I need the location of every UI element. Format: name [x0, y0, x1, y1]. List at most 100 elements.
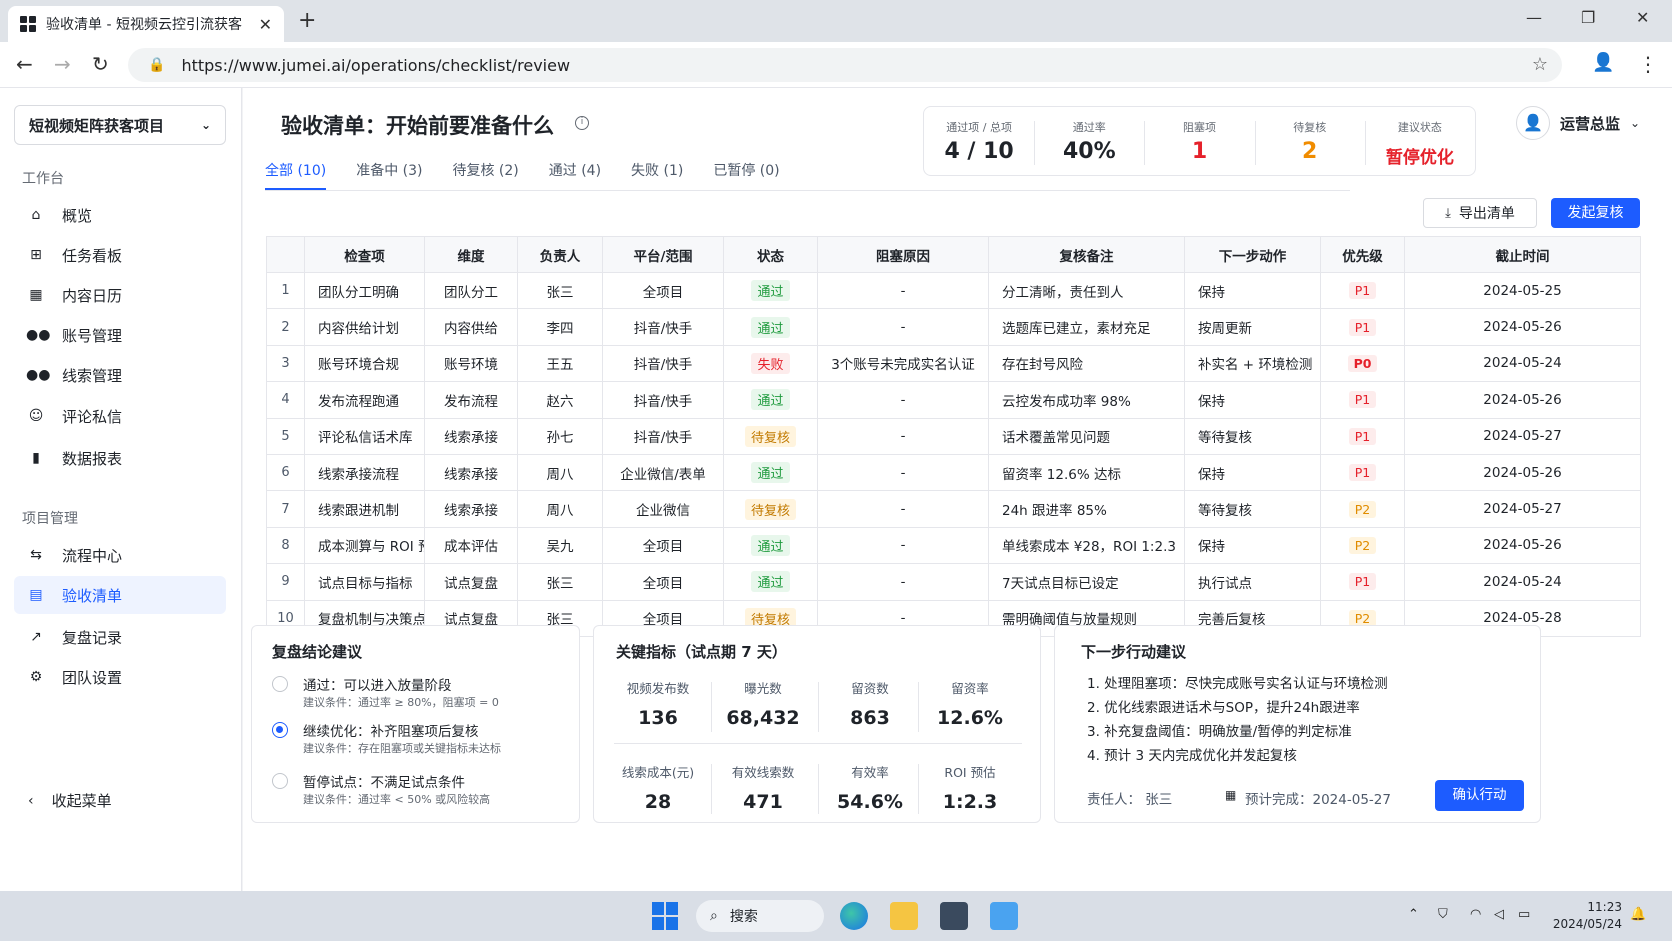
stat-label: 阻塞项: [1183, 121, 1216, 134]
metric-value: 68,432: [726, 707, 800, 729]
table-cell: 2024-05-26: [1404, 308, 1641, 346]
sidebar-item-leads[interactable]: ●● 线索管理: [14, 356, 226, 394]
store-icon[interactable]: [940, 902, 968, 930]
calendar-icon: ▦: [1225, 788, 1237, 802]
table-cell: 2024-05-26: [1404, 381, 1641, 419]
sidebar-item-task-board[interactable]: ⊞ 任务看板: [14, 236, 226, 274]
column-header: 检查项: [304, 236, 425, 273]
metric-lead-rate: 留资率 12.6%: [915, 678, 1025, 729]
stat-value: 暂停优化: [1385, 148, 1454, 168]
metric-label: 有效线索数: [731, 765, 795, 780]
new-tab-icon[interactable]: +: [298, 8, 316, 33]
confirm-action-button[interactable]: 确认行动: [1435, 780, 1524, 811]
forward-icon[interactable]: →: [54, 52, 71, 76]
tab-all[interactable]: 全部 (10): [265, 160, 327, 190]
restore-icon[interactable]: ❐: [1581, 8, 1595, 27]
volume-icon[interactable]: ◁: [1494, 907, 1504, 922]
wifi-icon[interactable]: ◠: [1470, 907, 1481, 922]
battery-icon[interactable]: ▭: [1518, 907, 1530, 922]
collapse-menu-button[interactable]: ‹ 收起菜单: [28, 790, 112, 811]
sidebar-item-accounts[interactable]: ●● 账号管理: [14, 316, 226, 354]
sidebar-item-team-settings[interactable]: ⚙ 团队设置: [14, 658, 226, 696]
menu-dots-icon[interactable]: ⋮: [1638, 52, 1658, 76]
bookmark-star-icon[interactable]: ☆: [1532, 54, 1548, 75]
sidebar-item-review-records[interactable]: ↗ 复盘记录: [14, 618, 226, 656]
close-window-icon[interactable]: ✕: [1636, 8, 1649, 27]
table-row[interactable]: 6 线索承接流程 线索承接 周八 企业微信/表单 通过 - 留资率 12.6% 达标 保持 P1 2…: [266, 453, 1641, 492]
radio-button[interactable]: [272, 773, 288, 789]
table-row[interactable]: 5 评论私信话术库 线索承接 孙七 抖音/快手 待复核 - 话术覆盖常见问题 等待复核 P1 202…: [266, 417, 1641, 455]
radio-button[interactable]: [272, 676, 288, 692]
sidebar-item-label: 任务看板: [62, 246, 123, 265]
table-cell: P1: [1320, 308, 1405, 346]
sidebar-item-comments[interactable]: ☺ 评论私信: [14, 397, 226, 435]
sidebar-item-checklist[interactable]: ▤ 验收清单: [14, 576, 226, 614]
sidebar-item-flow[interactable]: ⇆ 流程中心: [14, 536, 226, 574]
table-cell: 线索承接: [424, 417, 518, 455]
status-badge: 待复核: [744, 425, 796, 447]
info-icon[interactable]: i: [575, 116, 589, 130]
tab-passed[interactable]: 通过 (4): [549, 160, 601, 190]
column-header: 状态: [723, 236, 818, 273]
table-row[interactable]: 9 试点目标与指标 试点复盘 张三 全项目 通过 -7天试点目标已设定 执行试点 P1 2024-…: [266, 563, 1641, 601]
action-link[interactable]: 补实名 + 环境检测: [1184, 344, 1321, 383]
sidebar-item-reports[interactable]: ▮ 数据报表: [14, 439, 226, 477]
tab-preparing[interactable]: 准备中 (3): [356, 160, 422, 190]
metrics-divider: [818, 682, 819, 732]
tab-paused[interactable]: 已暂停 (0): [713, 160, 779, 190]
action-link[interactable]: 等待复核: [1184, 417, 1321, 455]
table-cell: -: [817, 308, 989, 346]
clock[interactable]: 11:23 2024/05/24: [1546, 899, 1622, 933]
chevron-up-icon[interactable]: ⌃: [1408, 907, 1419, 922]
table-row[interactable]: 4 发布流程跑通 发布流程 赵六 抖音/快手 通过 - 云控发布成功率 98% 保持 P1 2024…: [266, 381, 1641, 419]
export-button[interactable]: ⤓ 导出清单: [1423, 198, 1537, 228]
table-row[interactable]: 7 线索跟进机制 线索承接 周八 企业微信 待复核 -24h 跟进率 85% 等待复核 P2 20…: [266, 490, 1641, 528]
edge-browser-icon[interactable]: [840, 902, 868, 930]
section-workbench: 工作台: [22, 171, 64, 187]
project-select[interactable]: 短视频矩阵获客项目 ⌄: [14, 105, 226, 145]
back-icon[interactable]: ←: [16, 52, 33, 76]
taskbar-search[interactable]: ⌕ 搜索: [696, 900, 824, 932]
stat-value: 2: [1302, 139, 1318, 164]
sidebar-item-calendar[interactable]: ▦ 内容日历: [14, 276, 226, 314]
table-row[interactable]: 3 账号环境合规 账号环境 王五 抖音/快手 失败 3个账号未完成实名认证 存在封号风险 补实名…: [266, 344, 1641, 383]
action-link[interactable]: 等待复核: [1184, 490, 1321, 528]
reload-icon[interactable]: ↻: [92, 52, 109, 76]
tab-failed[interactable]: 失败 (1): [631, 160, 683, 190]
priority-badge: P2: [1348, 500, 1377, 518]
table-cell: 企业微信/表单: [602, 453, 724, 492]
table-row[interactable]: 1 团队分工明确 团队分工 张三 全项目 通过 - 分工清晰，责任到人 保持 P1 2024-05-…: [266, 271, 1641, 310]
sidebar-item-label: 评论私信: [62, 407, 123, 426]
address-bar[interactable]: 🔒 https://www.jumei.ai/operations/checkl…: [128, 48, 1562, 82]
stat-pending: 待复核 2: [1254, 107, 1365, 175]
start-review-button[interactable]: 发起复核: [1551, 198, 1640, 228]
option-title: 通过：可以进入放量阶段: [303, 678, 452, 694]
chevron-left-icon: ‹: [28, 792, 34, 809]
table-cell: 抖音/快手: [602, 381, 724, 419]
column-header: [266, 236, 305, 273]
metrics-divider: [711, 682, 712, 732]
file-explorer-icon[interactable]: [890, 902, 918, 930]
table-cell: 线索承接: [424, 490, 518, 528]
shield-icon[interactable]: ⛉: [1438, 907, 1448, 922]
radio-button-selected[interactable]: [272, 722, 288, 738]
chevron-down-icon: ⌄: [1630, 116, 1641, 130]
table-cell: 张三: [517, 271, 603, 310]
sidebar-item-overview[interactable]: ⌂ 概览: [14, 196, 226, 234]
column-header: 平台/范围: [602, 236, 724, 273]
home-icon: ⌂: [31, 207, 41, 223]
close-tab-icon[interactable]: ✕: [259, 15, 272, 34]
app-icon[interactable]: [990, 902, 1018, 930]
profile-icon[interactable]: 👤: [1592, 52, 1614, 73]
user-menu[interactable]: 👤 运营总监 ⌄: [1516, 106, 1640, 140]
status-badge: 通过: [751, 571, 790, 593]
notification-bell-icon[interactable]: 🔔: [1630, 907, 1646, 922]
table-row[interactable]: 2 内容供给计划 内容供给 李四 抖音/快手 通过 - 选题库已建立，素材充足 按周更新 P1 20…: [266, 308, 1641, 346]
stat-blocked: 阻塞项 1: [1144, 107, 1254, 175]
browser-tab[interactable]: 验收清单 - 短视频云控引流获客 ✕: [8, 6, 284, 42]
sidebar-item-label: 复盘记录: [62, 628, 123, 647]
minimize-icon[interactable]: —: [1526, 8, 1542, 27]
table-row[interactable]: 8成本测算与 ROI 预期成本评估吴九全项目 通过 -单线索成本 ¥28，ROI 1…: [266, 526, 1641, 565]
tab-pending-review[interactable]: 待复核 (2): [452, 160, 518, 190]
windows-start-icon[interactable]: [652, 902, 680, 930]
